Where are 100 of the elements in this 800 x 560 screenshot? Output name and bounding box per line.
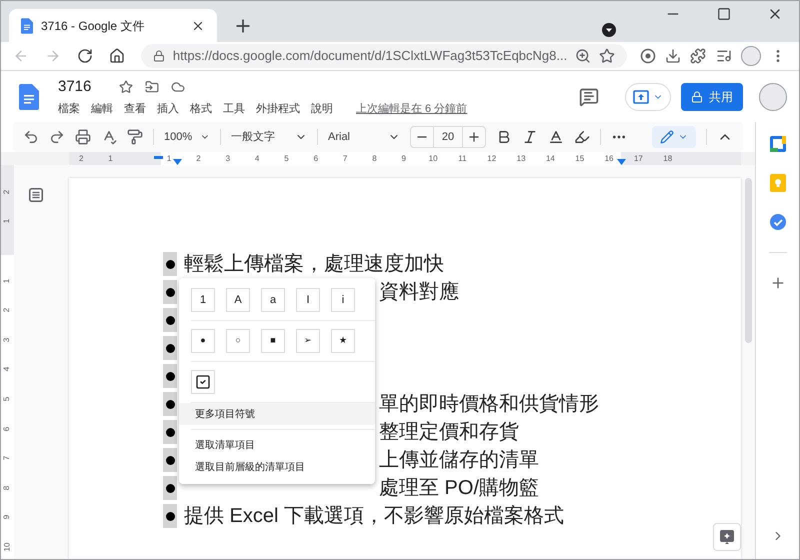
ruler-number: 5 (4, 396, 12, 402)
bullet-option[interactable]: ● (191, 329, 215, 353)
list-item-text: 整理定價和存貨 (379, 422, 519, 442)
bullet-option[interactable]: ■ (261, 329, 285, 353)
menu-item[interactable]: 查看 (124, 101, 146, 118)
maximize-icon[interactable] (717, 6, 731, 20)
zoom-icon[interactable] (575, 48, 592, 64)
italic-icon[interactable] (522, 129, 538, 145)
document-icon (19, 84, 39, 110)
comment-icon[interactable] (579, 86, 599, 106)
text-color-icon[interactable] (548, 129, 564, 145)
present-icon (633, 90, 649, 104)
highlighter-icon[interactable] (574, 129, 590, 145)
add-icon[interactable] (770, 275, 786, 291)
ruler-number: 4 (254, 154, 260, 162)
outline-icon[interactable] (29, 188, 43, 202)
menu-option[interactable]: 選取目前層級的清單項目 (179, 456, 375, 478)
list-item-text: 輕鬆上傳檔案，處理速度加快 (184, 254, 444, 274)
ruler-number: 4 (4, 367, 12, 372)
ruler-number: 5 (284, 154, 289, 162)
checklist-option[interactable] (191, 370, 215, 394)
lock-icon (153, 50, 165, 62)
present-button[interactable] (625, 82, 671, 110)
numbering-option[interactable]: a (261, 288, 285, 312)
explore-icon (720, 530, 734, 544)
tab-title: 3716 - Google 文件 (41, 18, 146, 34)
share-button[interactable]: 共用 (681, 82, 743, 110)
bullet-option[interactable]: ➢ (296, 329, 320, 353)
ruler-number: 16 (604, 154, 614, 162)
ruler-number: 3 (4, 338, 12, 342)
numbering-option[interactable]: 1 (191, 288, 215, 312)
ruler-number: 10 (428, 154, 438, 162)
ruler-number: 7 (342, 154, 348, 162)
menu-item[interactable]: 編輯 (91, 101, 113, 118)
avatar-icon[interactable] (759, 82, 787, 110)
ruler-number: 6 (4, 426, 12, 431)
list-item-text: 資料對應 (379, 282, 459, 302)
first-line-indent-marker[interactable] (154, 156, 163, 159)
tasks-icon[interactable] (770, 214, 786, 230)
document-title[interactable]: 3716 (58, 76, 92, 98)
increase-size-icon[interactable] (467, 130, 481, 144)
menu-option[interactable]: 更多項目符號 (179, 403, 375, 425)
bullet-option[interactable]: ○ (226, 329, 250, 353)
menu-item[interactable]: 說明 (311, 101, 333, 118)
ruler-number: 1 (108, 154, 113, 162)
lock-icon (691, 90, 703, 102)
ruler-number: 18 (663, 154, 672, 162)
style-dropdown[interactable]: 一般文字 (231, 128, 307, 146)
browser-tab[interactable]: 3716 - Google 文件 (9, 9, 217, 42)
last-edit-link[interactable]: 上次編輯是在 6 分鐘前 (356, 101, 468, 118)
ruler-number: 12 (487, 154, 496, 162)
folder-icon[interactable] (145, 80, 160, 94)
ruler-number: 2 (78, 154, 84, 162)
ruler-number: 17 (634, 154, 643, 162)
ruler-number: 10 (4, 542, 12, 552)
document-icon (21, 18, 33, 34)
home-icon[interactable] (109, 48, 125, 64)
ruler-number: 2 (4, 190, 12, 194)
ruler-number: 2 (4, 308, 12, 312)
numbering-option[interactable]: I (296, 288, 320, 312)
download-icon[interactable] (664, 48, 681, 64)
print-icon[interactable] (75, 129, 91, 145)
menu-item[interactable]: 插入 (157, 101, 179, 118)
menu-item[interactable]: 外掛程式 (256, 101, 300, 118)
checkbox-icon (195, 374, 211, 390)
ruler-number: 11 (458, 154, 467, 162)
avatar-icon[interactable] (740, 46, 761, 66)
bullet-option[interactable]: ★ (331, 329, 355, 353)
zoom-dropdown[interactable]: 100% (164, 128, 210, 146)
paint-format-icon[interactable] (127, 129, 143, 145)
bookmark-star-icon[interactable] (599, 48, 616, 64)
explore-button[interactable] (713, 523, 741, 551)
address-field[interactable]: https://docs.google.com/document/d/1SClxtLWFag3t53TcEqbcNg8... (141, 44, 627, 68)
cloud-icon[interactable] (171, 80, 186, 94)
list-item-text: 上傳並儲存的清單 (379, 450, 539, 470)
url-text: https://docs.google.com/document/d/1SClxtLWFag3t53TcEqbcNg8... (172, 47, 568, 66)
ruler-number: 9 (4, 515, 12, 520)
menu-option[interactable]: 選取清單項目 (179, 434, 375, 456)
menu-item[interactable]: 格式 (190, 101, 212, 118)
ruler-number: 1 (4, 278, 12, 283)
media-icon[interactable] (716, 48, 732, 64)
star-icon[interactable] (119, 80, 134, 94)
menu-item[interactable]: 工具 (223, 101, 245, 118)
calendar-icon[interactable] (770, 136, 786, 152)
scrollbar[interactable] (745, 178, 752, 343)
redo-icon[interactable] (49, 129, 65, 145)
reload-icon[interactable] (77, 48, 93, 64)
numbering-option[interactable]: i (331, 288, 355, 312)
ruler-number: 2 (196, 154, 201, 162)
list-item-text: 提供 Excel 下載選項，不影響原始檔案格式 (184, 506, 564, 526)
extensions-icon[interactable] (690, 48, 706, 64)
menu-item[interactable]: 檔案 (58, 101, 80, 118)
pencil-icon (660, 130, 674, 144)
undo-icon[interactable] (23, 129, 39, 145)
font-dropdown[interactable]: Arial (328, 128, 400, 146)
numbering-option[interactable]: A (226, 288, 250, 312)
list-item-text: 單的即時價格和供貨情形 (379, 394, 599, 414)
profile-icon[interactable] (601, 22, 617, 38)
editing-mode-button[interactable] (652, 126, 696, 148)
extension-icon[interactable] (640, 48, 656, 64)
